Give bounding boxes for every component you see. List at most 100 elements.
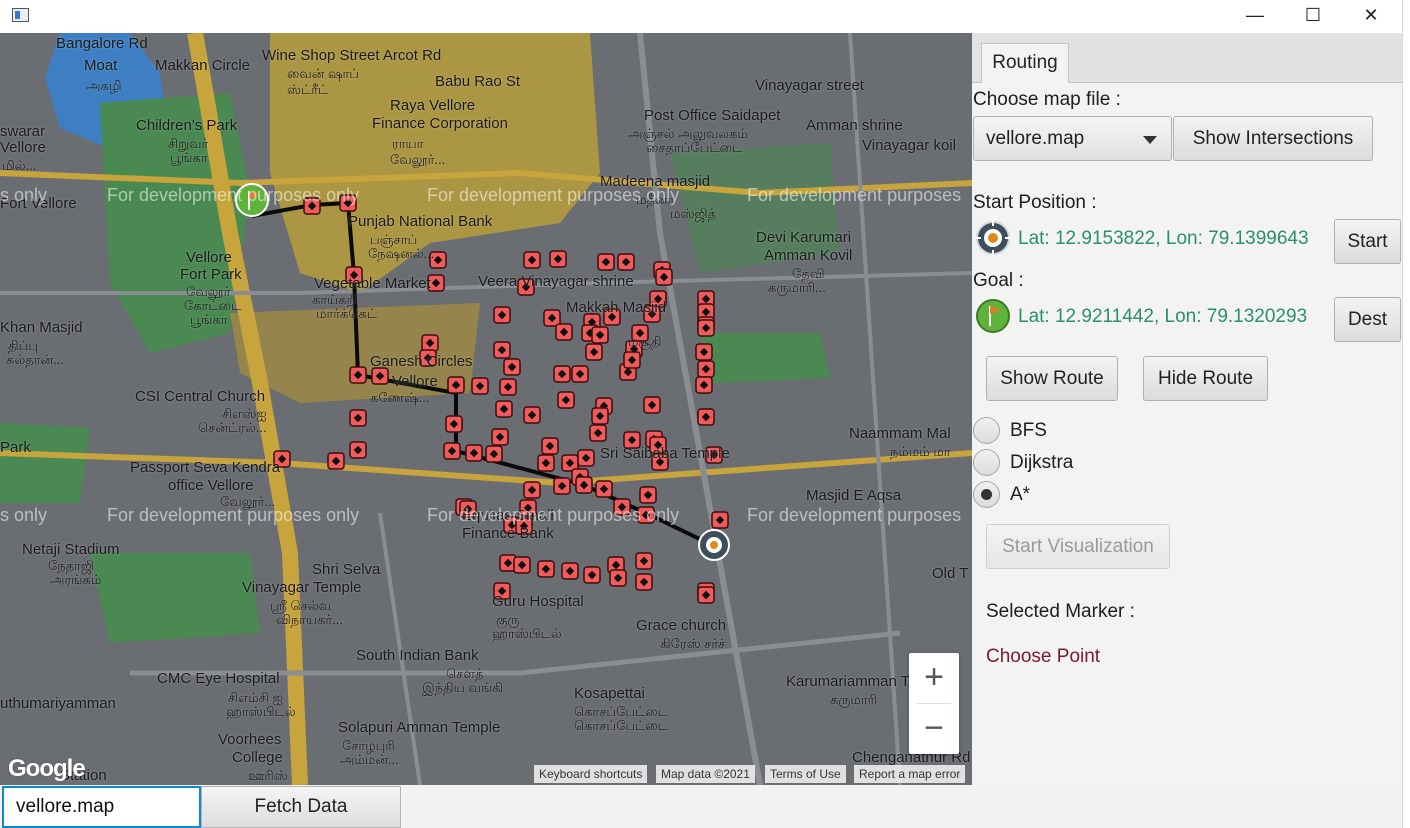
intersection-marker[interactable] [635, 573, 653, 591]
intersection-marker[interactable] [553, 365, 571, 383]
intersection-marker[interactable] [695, 343, 713, 361]
intersection-marker[interactable] [349, 441, 367, 459]
intersection-marker[interactable] [571, 365, 589, 383]
intersection-marker[interactable] [495, 400, 513, 418]
intersection-marker[interactable] [643, 396, 661, 414]
map-label-netaji: Netaji Stadium [22, 541, 120, 558]
intersection-marker[interactable] [697, 319, 715, 337]
intersection-marker[interactable] [523, 406, 541, 424]
radio-bfs[interactable] [973, 417, 1000, 444]
intersection-marker[interactable] [623, 351, 641, 369]
map-file-select[interactable]: vellore.map [973, 116, 1172, 161]
intersection-marker[interactable] [523, 251, 541, 269]
close-button[interactable]: ✕ [1342, 0, 1400, 33]
app-icon [12, 8, 29, 22]
intersection-marker[interactable] [595, 480, 613, 498]
map-label-grace-tam: கிரேஸ் சர்ச் [660, 636, 726, 651]
intersection-marker[interactable] [445, 415, 463, 433]
intersection-marker[interactable] [585, 343, 603, 361]
intersection-marker[interactable] [349, 366, 367, 384]
intersection-marker[interactable] [589, 424, 607, 442]
intersection-marker[interactable] [597, 253, 615, 271]
intersection-marker[interactable] [639, 486, 657, 504]
map-label-csi-tam2: சென்ட்ரல்... [198, 420, 267, 435]
intersection-marker[interactable] [327, 452, 345, 470]
watermark-text: For development purposes only [107, 505, 360, 525]
intersection-marker[interactable] [575, 476, 593, 494]
intersection-marker[interactable] [491, 428, 509, 446]
intersection-marker[interactable] [635, 552, 653, 570]
map-label-makkan: Makkan Circle [155, 57, 251, 74]
map-label-netaji-tam2: அரங்கம் [50, 572, 102, 587]
intersection-marker[interactable] [561, 562, 579, 580]
intersection-marker[interactable] [609, 569, 627, 587]
show-intersections-button[interactable]: Show Intersections [1173, 116, 1373, 161]
map-label-eswarar2: Vellore [0, 139, 46, 156]
intersection-marker[interactable] [553, 477, 571, 495]
map-label-shriselva: Shri Selva [312, 561, 381, 578]
map-label-children: Children's Park [136, 117, 238, 134]
google-map[interactable]: Bangalore Rd Moat அகழி Makkan Circle Wine Sh… [0, 33, 972, 785]
zoom-out-button[interactable]: − [909, 704, 959, 754]
intersection-marker[interactable] [537, 560, 555, 578]
keyboard-shortcuts-link[interactable]: Keyboard shortcuts [534, 765, 648, 783]
watermark-text: For development purposes only [427, 185, 680, 205]
intersection-marker[interactable] [655, 268, 673, 286]
show-route-button[interactable]: Show Route [986, 356, 1118, 401]
intersection-marker[interactable] [349, 409, 367, 427]
map-label-cmc-tam2: ஹாஸ்பிடல் [226, 704, 296, 719]
intersection-marker[interactable] [591, 407, 609, 425]
maximize-button[interactable]: ☐ [1284, 0, 1342, 33]
minimize-button[interactable]: — [1226, 0, 1284, 33]
google-logo[interactable]: Google [8, 755, 86, 783]
intersection-marker[interactable] [557, 391, 575, 409]
intersection-marker[interactable] [493, 341, 511, 359]
map-label-sib: South Indian Bank [356, 647, 479, 664]
intersection-marker[interactable] [465, 444, 483, 462]
intersection-marker[interactable] [697, 586, 715, 604]
intersection-marker[interactable] [485, 445, 503, 463]
map-label-postoffice: Post Office Saidapet [644, 107, 781, 124]
intersection-marker[interactable] [697, 360, 715, 378]
intersection-marker[interactable] [711, 511, 729, 529]
start-visualization-button[interactable]: Start Visualization [986, 524, 1170, 569]
intersection-marker[interactable] [503, 358, 521, 376]
zoom-in-button[interactable]: + [909, 653, 959, 703]
intersection-marker[interactable] [443, 442, 461, 460]
intersection-marker[interactable] [617, 253, 635, 271]
map-label-saibaba: Sri Saibaba Temple [600, 445, 730, 462]
radio-bfs-label[interactable]: BFS [1010, 420, 1047, 442]
intersection-marker[interactable] [697, 408, 715, 426]
intersection-marker[interactable] [537, 454, 555, 472]
intersection-marker[interactable] [541, 437, 559, 455]
hide-route-button[interactable]: Hide Route [1143, 356, 1268, 401]
intersection-marker[interactable] [371, 367, 389, 385]
dest-button[interactable]: Dest [1334, 297, 1401, 342]
intersection-marker[interactable] [577, 449, 595, 467]
report-error-link[interactable]: Report a map error [854, 765, 966, 783]
intersection-marker[interactable] [549, 250, 567, 268]
radio-dijkstra-label[interactable]: Dijkstra [1010, 452, 1073, 474]
intersection-marker[interactable] [447, 376, 465, 394]
watermark-text: For development purposes [747, 505, 962, 525]
intersection-marker[interactable] [583, 566, 601, 584]
start-button[interactable]: Start [1334, 219, 1401, 264]
intersection-marker[interactable] [471, 377, 489, 395]
intersection-marker[interactable] [421, 334, 439, 352]
intersection-marker[interactable] [499, 378, 517, 396]
intersection-marker[interactable] [513, 556, 531, 574]
radio-astar[interactable] [973, 481, 1000, 508]
map-file-input[interactable]: vellore.map [2, 786, 201, 828]
radio-dijkstra[interactable] [973, 449, 1000, 476]
start-marker [698, 529, 730, 561]
radio-astar-label[interactable]: A* [1010, 484, 1030, 506]
intersection-marker[interactable] [555, 323, 573, 341]
fetch-data-button[interactable]: Fetch Data [201, 786, 401, 828]
terms-link[interactable]: Terms of Use [765, 765, 846, 783]
start-coordinates: Lat: 12.9153822, Lon: 79.1399643 [1018, 228, 1309, 249]
intersection-marker[interactable] [523, 481, 541, 499]
intersection-marker[interactable] [591, 326, 609, 344]
intersection-marker[interactable] [695, 376, 713, 394]
intersection-marker[interactable] [493, 306, 511, 324]
tab-routing[interactable]: Routing [981, 43, 1069, 83]
